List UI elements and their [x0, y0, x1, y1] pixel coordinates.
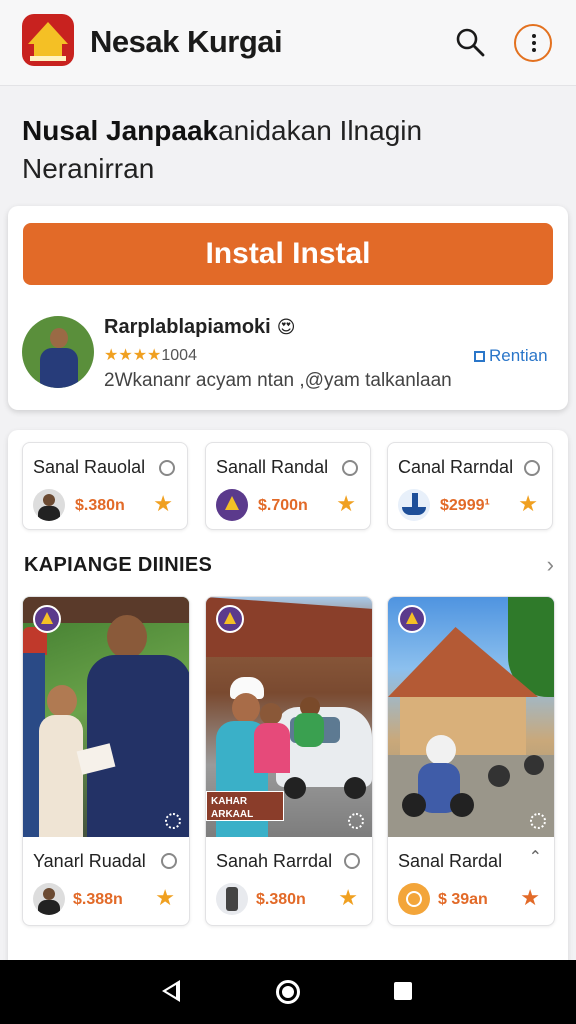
headline-bold: Nusal Janpaak: [22, 115, 219, 146]
shop-sign: KAHAR ARKAAL: [206, 791, 284, 821]
radio-button[interactable]: [159, 460, 175, 476]
system-nav-bar: [0, 960, 576, 1024]
section-title: KAPIANGE DIINIES: [24, 554, 213, 576]
price: $.380n: [75, 497, 125, 514]
more-vertical-icon[interactable]: [514, 24, 552, 62]
review-rating: ★★★★1004: [104, 347, 197, 364]
mini-card[interactable]: Sanal Rauolal $.380n ★: [22, 442, 188, 530]
recents-square-icon[interactable]: [394, 982, 412, 1000]
star-icon[interactable]: ★: [518, 493, 538, 515]
install-button[interactable]: Instal Instal: [23, 223, 553, 285]
page-headline: Nusal Janpaakanidakan Ilnagin Neranirran: [22, 112, 552, 188]
review-link[interactable]: Rentian: [474, 346, 548, 366]
star-icon[interactable]: ★: [155, 887, 175, 909]
search-icon[interactable]: [454, 26, 486, 58]
mini-card-title: Canal Rarndal: [398, 457, 514, 477]
listing-photo: [388, 597, 554, 837]
expand-icon: [348, 813, 364, 829]
app-bar: Nesak Kurgai: [0, 0, 576, 86]
listing-title: Yanarl Ruadal: [33, 851, 146, 871]
chevron-right-icon[interactable]: ›: [547, 552, 554, 578]
mini-card[interactable]: Canal Rarndal $2999¹ ★: [387, 442, 553, 530]
badge-icon: [398, 605, 426, 633]
boat-icon: [398, 489, 430, 521]
listing-card[interactable]: Sanal Rardal ⌃ $ 39an ★: [387, 596, 555, 926]
coin-icon: [398, 883, 430, 915]
reviewer-avatar: [22, 316, 94, 388]
headline-rest: anidakan Ilnagin: [218, 115, 423, 146]
chevron-up-icon[interactable]: ⌃: [529, 847, 542, 867]
listing-title: Sanah Rarrdal: [216, 851, 333, 871]
price: $2999¹: [440, 497, 490, 514]
emoji-icon: 😍: [276, 317, 296, 337]
listing-title: Sanal Rardal: [398, 851, 503, 871]
price: $.380n: [256, 891, 306, 908]
mini-card-title: Sanall Randal: [216, 457, 329, 477]
star-icon[interactable]: ★: [338, 887, 358, 909]
phone-icon: [216, 883, 248, 915]
radio-button[interactable]: [344, 853, 360, 869]
home-circle-icon[interactable]: [276, 980, 300, 1004]
listing-photo: [23, 597, 189, 837]
install-card: Instal Instal Rarplablapiamoki 😍 ★★★★1004…: [8, 206, 568, 410]
back-triangle-icon[interactable]: [162, 980, 180, 1002]
avatar: [33, 489, 65, 521]
avatar: [33, 883, 65, 915]
listing-card[interactable]: KAHAR ARKAAL Sanah Rarrdal $.380n ★: [205, 596, 373, 926]
mini-card-title: Sanal Rauolal: [33, 457, 146, 477]
mini-card[interactable]: Sanall Randal $.700n ★: [205, 442, 371, 530]
price: $ 39an: [438, 891, 488, 908]
rating-stars-icon: ★★★★: [104, 347, 162, 364]
review-text: 2Wkananr acyam ntan ,@yam talkanlaan: [104, 370, 452, 391]
price: $.388n: [73, 891, 123, 908]
star-icon[interactable]: ★: [153, 493, 173, 515]
headline-line2: Neranirran: [22, 153, 155, 184]
badge-icon: [216, 489, 248, 521]
star-icon[interactable]: ★: [336, 493, 356, 515]
temple-logo-icon: [22, 14, 74, 66]
badge-icon: [216, 605, 244, 633]
radio-button[interactable]: [342, 460, 358, 476]
radio-button[interactable]: [524, 460, 540, 476]
listing-card[interactable]: Yanarl Ruadal $.388n ★: [22, 596, 190, 926]
square-icon: [474, 351, 485, 362]
expand-icon: [165, 813, 181, 829]
radio-button[interactable]: [161, 853, 177, 869]
app-title: Nesak Kurgai: [90, 24, 283, 59]
star-icon[interactable]: ★: [520, 887, 540, 909]
listing-photo: KAHAR ARKAAL: [206, 597, 372, 837]
badge-icon: [33, 605, 61, 633]
reviewer-name: Rarplablapiamoki 😍: [104, 316, 296, 338]
price: $.700n: [258, 497, 308, 514]
expand-icon: [530, 813, 546, 829]
content-panel: Sanal Rauolal $.380n ★ Sanall Randal $.7…: [8, 430, 568, 970]
